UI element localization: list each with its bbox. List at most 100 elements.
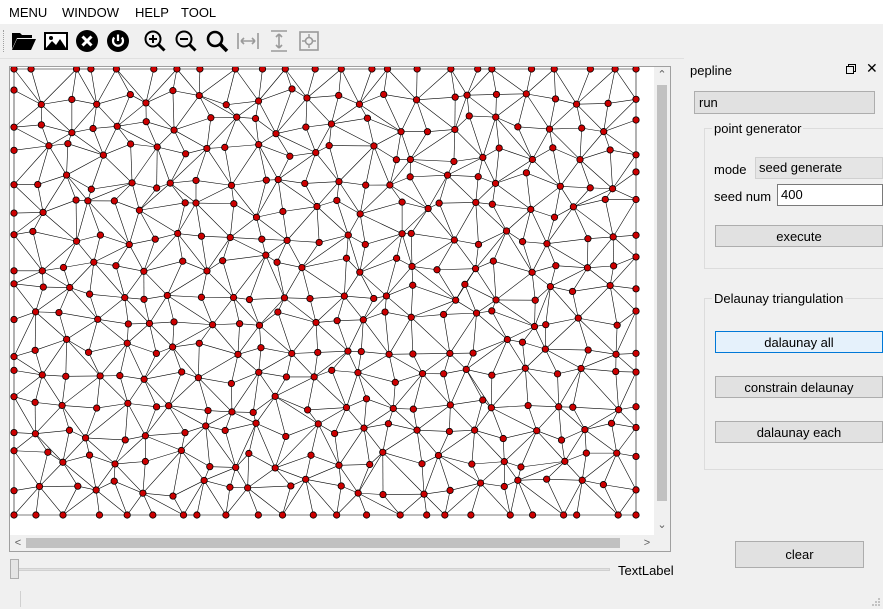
horizontal-scrollbar[interactable]: < > [10,535,655,551]
mesh-point [471,426,479,434]
fit-width-icon[interactable] [234,27,262,55]
mesh-point [312,148,320,157]
menu-item-help[interactable]: HELP [135,5,169,20]
mesh-edge [71,68,77,100]
mesh-edge [145,68,178,104]
mesh-point [288,85,296,93]
delaunay-mesh[interactable] [10,67,654,535]
mesh-point [203,144,211,153]
mesh-point [344,231,352,239]
slider-handle[interactable] [10,559,19,579]
mesh-edge [222,237,231,261]
mesh-edge [124,403,129,440]
float-icon[interactable] [846,64,856,74]
close-icon[interactable]: ✕ [866,60,878,77]
mesh-edge [195,180,232,186]
mesh-point [495,144,503,152]
execute-button[interactable]: execute [715,225,883,247]
mesh-edge [388,354,396,383]
zoom-out-icon[interactable] [172,27,200,55]
menu-item-menu[interactable]: MENU [9,5,47,20]
mesh-edge [504,430,537,462]
mesh-edge [359,68,373,105]
mesh-edge [249,255,267,300]
horizontal-scroll-thumb[interactable] [26,538,620,548]
vertical-scroll-thumb[interactable] [657,85,667,501]
mesh-point [385,350,393,358]
image-icon[interactable] [42,27,70,55]
mesh-edge [525,368,529,406]
mesh-point [342,254,351,262]
mesh-point [116,372,124,380]
mesh-point [10,86,18,94]
mesh-edge [66,174,92,190]
mesh-edge [545,348,582,369]
mesh-edge [66,143,69,176]
power-icon[interactable] [104,27,132,55]
mesh-edge [285,423,319,437]
mesh-edge [205,425,211,467]
mesh-edge [282,211,288,241]
mesh-point [274,175,282,184]
mesh-point [356,210,364,218]
mesh-edge [424,490,451,495]
scroll-down-icon[interactable]: ⌄ [654,517,670,533]
scroll-right-icon[interactable]: > [639,535,655,551]
mesh-edge [225,422,257,431]
mesh-edge [85,437,116,465]
run-button[interactable]: run [694,91,875,114]
folder-open-icon[interactable] [10,27,38,55]
size-grip-icon[interactable] [871,597,881,607]
mesh-edge [578,317,618,326]
delaunay-each-button[interactable]: dalaunay each [715,421,883,443]
mesh-edge [168,371,182,406]
mode-select[interactable]: seed generate [755,157,883,179]
mesh-edge [471,430,475,465]
clear-button[interactable]: clear [735,541,864,568]
scroll-up-icon[interactable]: ⌃ [654,67,670,83]
mesh-edge [422,353,451,374]
mesh-edge [550,267,588,287]
mesh-point [10,511,18,519]
mesh-point [10,447,18,455]
mesh-point [632,285,640,293]
mesh-edge [509,480,519,516]
close-circle-icon[interactable] [73,27,101,55]
mesh-edge [13,212,44,214]
mesh-point [584,346,592,354]
scroll-left-icon[interactable]: < [10,535,26,551]
mesh-edge [386,284,413,297]
mesh-edge [306,95,339,99]
mesh-canvas[interactable]: ⌃ ⌄ < > [9,66,671,552]
mesh-point [418,460,426,468]
mesh-edge [255,396,276,424]
mesh-edge [467,94,497,96]
search-icon[interactable] [203,27,231,55]
menu-item-window[interactable]: WINDOW [62,5,119,20]
seed-num-input[interactable]: 400 [777,184,883,206]
delaunay-all-button[interactable]: dalaunay all [715,331,883,353]
mesh-point [600,128,608,136]
vertical-scrollbar[interactable]: ⌃ ⌄ [654,67,670,551]
mesh-point [301,179,309,188]
mesh-edge [587,236,614,239]
point-generator-title: point generator [712,121,804,136]
mesh-edge [61,376,67,406]
mesh-point [577,364,585,373]
toolbar-grip[interactable] [3,30,7,52]
mesh-edge [517,93,527,127]
fit-height-icon[interactable] [265,27,293,55]
mesh-edge [416,99,456,130]
frame-slider[interactable] [10,559,610,579]
zoom-in-icon[interactable] [141,27,169,55]
fit-view-icon[interactable] [295,27,323,55]
constrain-delaunay-button[interactable]: constrain delaunay [715,376,883,398]
mesh-edge [411,299,456,318]
mesh-point [357,347,365,356]
mesh-edge [149,323,173,348]
mesh-edge [226,100,259,106]
mesh-edge [167,261,183,296]
mesh-edge [401,208,429,234]
mesh-point [145,319,154,328]
menu-item-tool[interactable]: TOOL [181,5,216,20]
